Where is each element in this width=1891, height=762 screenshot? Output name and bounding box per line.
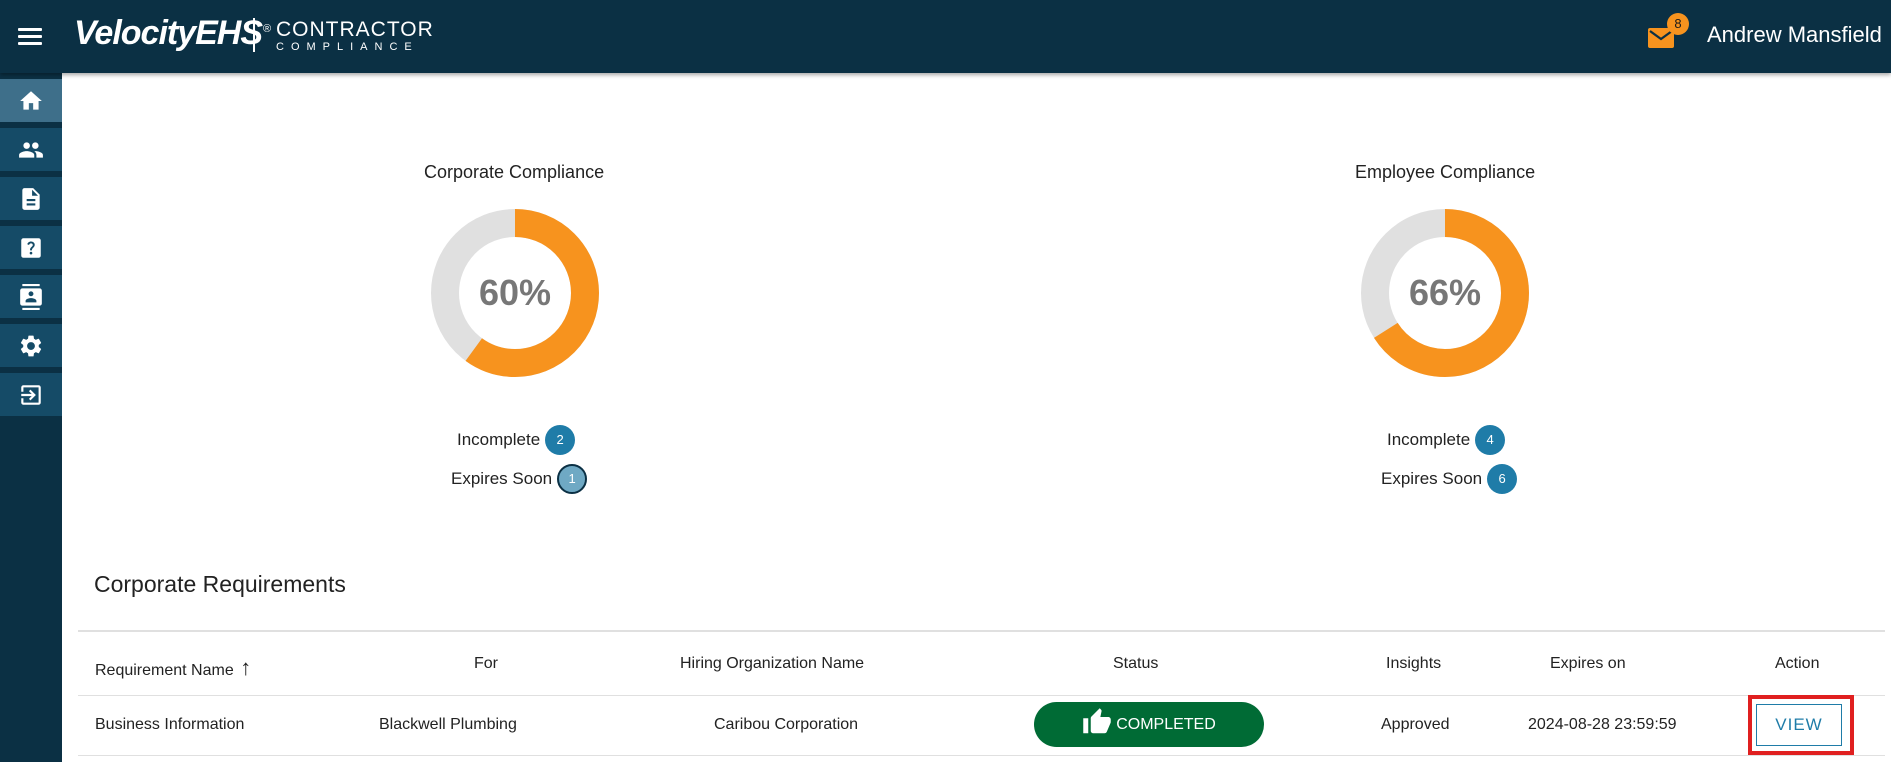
logo-divider bbox=[253, 18, 255, 52]
employee-expires-soon-stat[interactable]: Expires Soon 6 bbox=[1381, 464, 1518, 494]
sidebar-item-contacts[interactable] bbox=[0, 275, 62, 321]
requirements-table bbox=[78, 630, 1885, 632]
header-divider bbox=[78, 695, 1885, 696]
corporate-expires-soon-stat[interactable]: Expires Soon 1 bbox=[451, 464, 588, 494]
incomplete-count-badge[interactable]: 2 bbox=[545, 425, 576, 455]
employee-compliance-donut: 66% bbox=[1358, 206, 1532, 380]
cell-hiring-organization: Caribou Corporation bbox=[714, 716, 859, 733]
contact-card-icon bbox=[20, 283, 42, 310]
view-button[interactable]: VIEW bbox=[1756, 704, 1842, 746]
logout-icon bbox=[21, 384, 41, 405]
contractor-compliance-logo: CONTRACTOR COMPLIANCE bbox=[276, 18, 434, 54]
column-header-expires-on[interactable]: Expires on bbox=[1550, 655, 1626, 673]
corporate-compliance-donut: 60% bbox=[428, 206, 602, 380]
incomplete-label: Incomplete bbox=[457, 430, 541, 449]
cell-for: Blackwell Plumbing bbox=[379, 716, 517, 733]
incomplete-label: Incomplete bbox=[1387, 430, 1471, 449]
column-header-action: Action bbox=[1775, 655, 1820, 672]
column-header-requirement-name[interactable]: Requirement Name ↑ bbox=[95, 655, 251, 681]
column-header-status[interactable]: Status bbox=[1113, 655, 1158, 673]
column-header-insights[interactable]: Insights bbox=[1386, 655, 1441, 673]
document-icon bbox=[22, 187, 40, 210]
expires-soon-label: Expires Soon bbox=[1381, 469, 1483, 488]
home-icon bbox=[20, 90, 42, 110]
employee-compliance-percent: 66% bbox=[1408, 272, 1482, 313]
sidebar-item-home[interactable] bbox=[0, 79, 62, 125]
employee-incomplete-stat[interactable]: Incomplete 4 bbox=[1387, 425, 1506, 455]
column-header-for[interactable]: For bbox=[474, 655, 498, 673]
expires-soon-count-badge[interactable]: 1 bbox=[557, 464, 588, 494]
expires-soon-label: Expires Soon bbox=[451, 469, 553, 488]
sidebar bbox=[0, 73, 62, 762]
sort-ascending-icon[interactable]: ↑ bbox=[240, 655, 251, 680]
sidebar-item-logout[interactable] bbox=[0, 373, 62, 419]
sidebar-item-people[interactable] bbox=[0, 128, 62, 174]
status-completed-badge[interactable]: COMPLETED bbox=[1034, 702, 1264, 747]
row-divider bbox=[78, 755, 1885, 756]
corporate-incomplete-stat[interactable]: Incomplete 2 bbox=[457, 425, 576, 455]
expires-soon-count-badge[interactable]: 6 bbox=[1487, 464, 1518, 494]
sidebar-item-help[interactable] bbox=[0, 226, 62, 272]
top-navbar: VelocityEHS® CONTRACTOR COMPLIANCE 8 And… bbox=[0, 0, 1891, 73]
people-icon bbox=[19, 141, 43, 158]
column-header-hiring-organization[interactable]: Hiring Organization Name bbox=[680, 655, 864, 673]
cell-expires-on: 2024-08-28 23:59:59 bbox=[1528, 716, 1677, 733]
gear-icon bbox=[20, 335, 42, 356]
user-name[interactable]: Andrew Mansfield bbox=[1707, 22, 1882, 48]
help-icon bbox=[21, 237, 41, 258]
sidebar-item-settings[interactable] bbox=[0, 324, 62, 370]
cell-insights: Approved bbox=[1381, 716, 1450, 733]
employee-compliance-title: Employee Compliance bbox=[1355, 162, 1536, 182]
mail-count-badge: 8 bbox=[1667, 13, 1689, 35]
corporate-requirements-title: Corporate Requirements bbox=[94, 571, 346, 597]
velocityehs-logo[interactable]: VelocityEHS® bbox=[74, 14, 271, 53]
cell-requirement-name: Business Information bbox=[95, 716, 245, 733]
corporate-compliance-percent: 60% bbox=[478, 272, 552, 313]
incomplete-count-badge[interactable]: 4 bbox=[1475, 425, 1506, 455]
menu-icon[interactable] bbox=[18, 28, 42, 46]
corporate-compliance-title: Corporate Compliance bbox=[424, 162, 605, 182]
thumbs-up-icon bbox=[1083, 707, 1111, 733]
sidebar-item-documents[interactable] bbox=[0, 177, 62, 223]
